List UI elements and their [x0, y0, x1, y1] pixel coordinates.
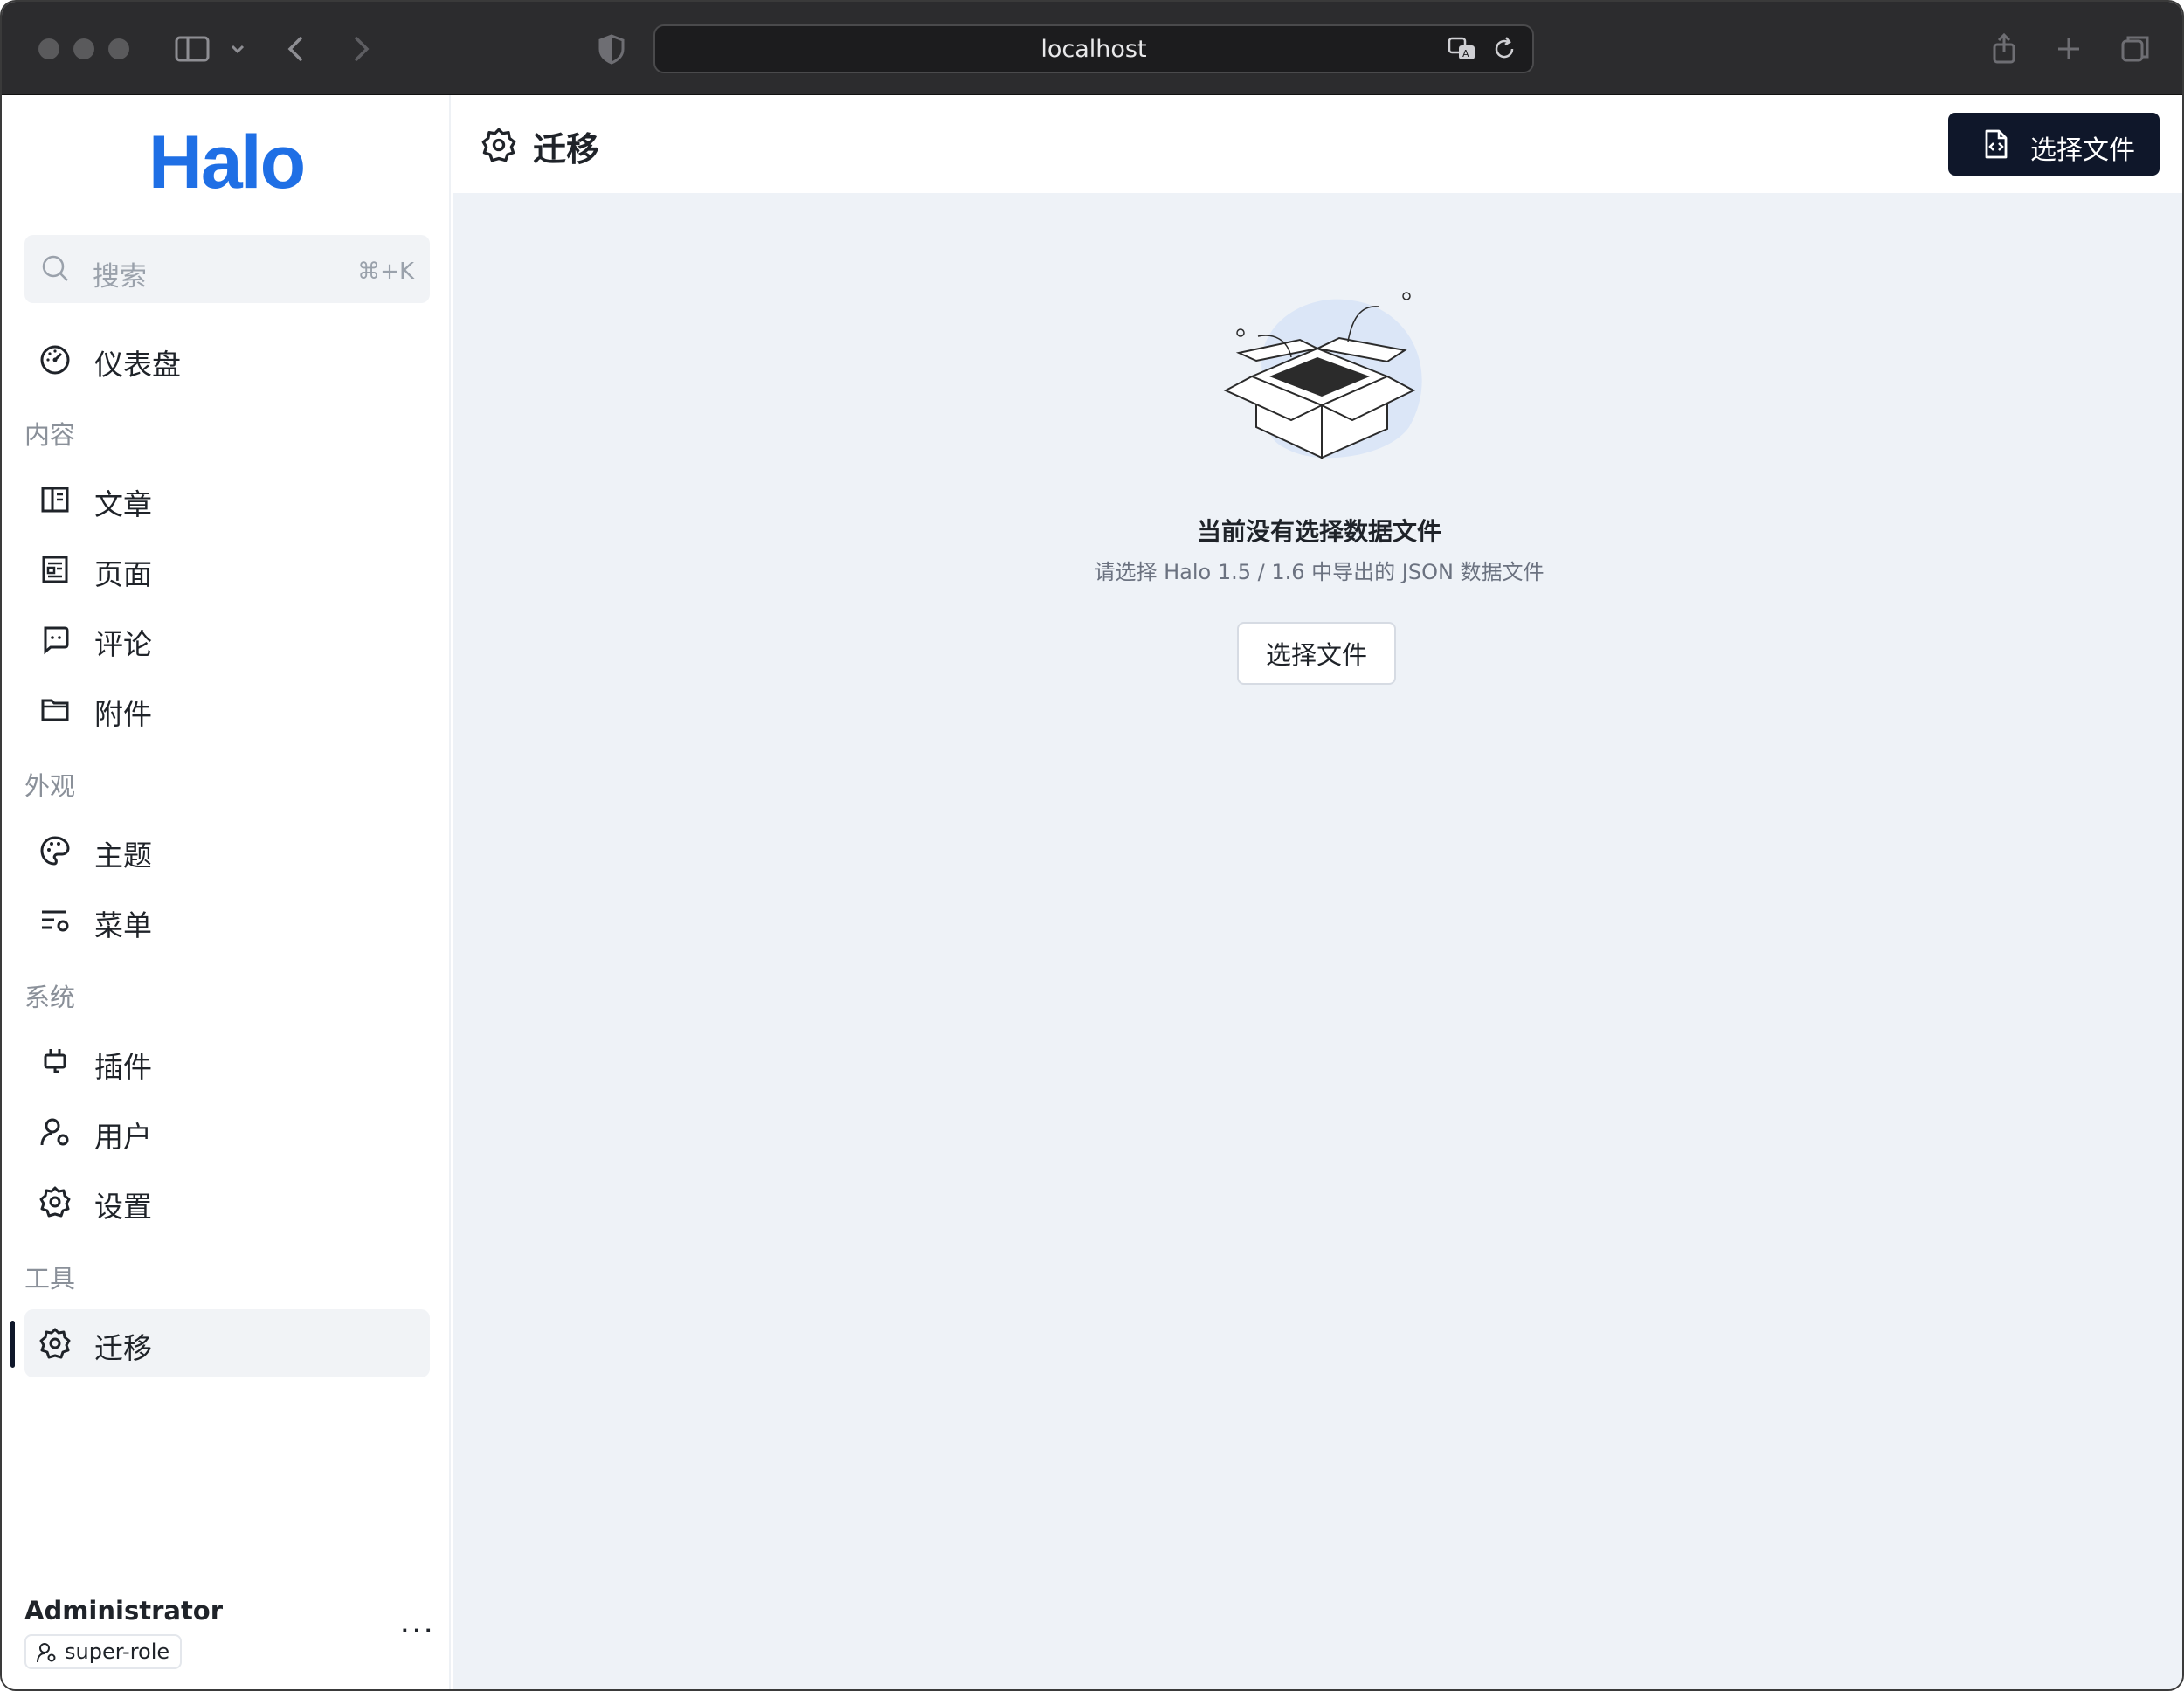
sidebar-item-themes[interactable]: 主题	[24, 817, 430, 885]
sidebar-item-label: 文章	[94, 487, 152, 521]
tab-overview-icon[interactable]	[2114, 28, 2156, 70]
palette-icon	[38, 834, 72, 867]
select-file-label: 选择文件	[2030, 135, 2135, 166]
sidebar-item-settings[interactable]: 设置	[24, 1168, 430, 1236]
page-icon	[38, 553, 72, 586]
group-label-appearance: 外观	[24, 771, 76, 801]
active-indicator	[10, 1321, 15, 1368]
reload-icon[interactable]	[1489, 33, 1520, 65]
sidebar-item-users[interactable]: 用户	[24, 1098, 430, 1166]
group-label-system: 系统	[24, 983, 76, 1012]
book-icon	[38, 483, 72, 516]
group-label-tools: 工具	[24, 1264, 76, 1294]
comment-icon	[38, 623, 72, 656]
search-placeholder: 搜索	[93, 261, 147, 293]
close-window-button[interactable]	[38, 38, 59, 59]
select-file-button[interactable]: 选择文件	[1948, 113, 2160, 176]
search-shortcut: ⌘+K	[357, 259, 414, 285]
back-icon[interactable]	[276, 28, 318, 70]
sidebar-item-comments[interactable]: 评论	[24, 605, 430, 673]
file-code-icon	[1980, 128, 2011, 160]
sidebar-item-dashboard[interactable]: 仪表盘	[24, 326, 430, 394]
minimize-window-button[interactable]	[73, 38, 94, 59]
role-badge: super-role	[24, 1634, 183, 1669]
sidebar-item-label: 菜单	[94, 908, 152, 942]
menu-settings-icon	[38, 904, 72, 937]
zoom-window-button[interactable]	[108, 38, 129, 59]
sidebar-item-label: 主题	[94, 839, 152, 873]
browser-window: localhost A Halo 搜索 ⌘+K 仪表盘 内容 文章 页面 评论 …	[0, 0, 2184, 1691]
sidebar-item-label: 评论	[94, 627, 152, 661]
sidebar-item-pages[interactable]: 页面	[24, 535, 430, 604]
halo-logo[interactable]: Halo	[2, 120, 451, 206]
page-header: 迁移 选择文件	[453, 95, 2182, 193]
dashboard-icon	[38, 343, 72, 376]
sidebar-item-label: 页面	[94, 557, 152, 591]
folder-icon	[38, 693, 72, 726]
privacy-shield-icon[interactable]	[591, 28, 632, 70]
forward-icon[interactable]	[339, 28, 381, 70]
user-settings-icon	[38, 1115, 72, 1149]
sidebar-item-label: 设置	[94, 1190, 152, 1224]
sidebar-item-label: 迁移	[94, 1331, 152, 1365]
sidebar-item-migration[interactable]: 迁移	[24, 1309, 430, 1377]
empty-state-title: 当前没有选择数据文件	[1196, 517, 1441, 546]
search-icon	[40, 253, 72, 285]
gear-icon	[38, 1185, 72, 1218]
empty-state-select-file-button[interactable]: 选择文件	[1237, 622, 1396, 685]
new-tab-icon[interactable]	[2048, 28, 2090, 70]
chevron-down-icon[interactable]	[222, 28, 253, 70]
empty-state-description: 请选择 Halo 1.5 / 1.6 中导出的 JSON 数据文件	[1094, 560, 1545, 584]
sidebar-item-posts[interactable]: 文章	[24, 466, 430, 534]
user-name: Administrator	[24, 1596, 224, 1625]
role-label: super-role	[65, 1639, 170, 1664]
gear-icon	[38, 1327, 72, 1360]
empty-box-illustration	[1204, 279, 1448, 471]
more-options-button[interactable]: ···	[400, 1613, 435, 1649]
sidebar-toggle-icon[interactable]	[171, 28, 213, 70]
sidebar: Halo 搜索 ⌘+K 仪表盘 内容 文章 页面 评论 附件 外观 主题 菜单 …	[2, 95, 451, 1689]
sidebar-item-menus[interactable]: 菜单	[24, 887, 430, 955]
url-text: localhost	[1040, 35, 1147, 63]
user-settings-icon	[35, 1641, 58, 1664]
main-content: 迁移 选择文件 当前没有选择数据文件 请选择 Halo 1.5 / 1.6 中导…	[453, 95, 2182, 1689]
browser-toolbar: localhost A	[2, 2, 2182, 95]
group-label-content: 内容	[24, 420, 76, 450]
sidebar-item-label: 用户	[94, 1120, 152, 1154]
translate-icon[interactable]: A	[1447, 33, 1478, 65]
share-icon[interactable]	[1983, 28, 2025, 70]
user-profile: Administrator super-role ···	[24, 1596, 435, 1683]
sidebar-item-label: 附件	[94, 697, 152, 731]
page-title: 迁移	[533, 130, 600, 169]
sidebar-item-label: 插件	[94, 1050, 152, 1084]
sidebar-item-attachments[interactable]: 附件	[24, 675, 430, 743]
search-input[interactable]: 搜索 ⌘+K	[24, 235, 430, 303]
sidebar-item-label: 仪表盘	[94, 348, 181, 382]
svg-text:A: A	[1462, 48, 1469, 59]
gear-icon	[480, 127, 517, 163]
address-bar[interactable]: localhost A	[653, 24, 1534, 73]
plug-icon	[38, 1046, 72, 1079]
sidebar-item-plugins[interactable]: 插件	[24, 1028, 430, 1096]
